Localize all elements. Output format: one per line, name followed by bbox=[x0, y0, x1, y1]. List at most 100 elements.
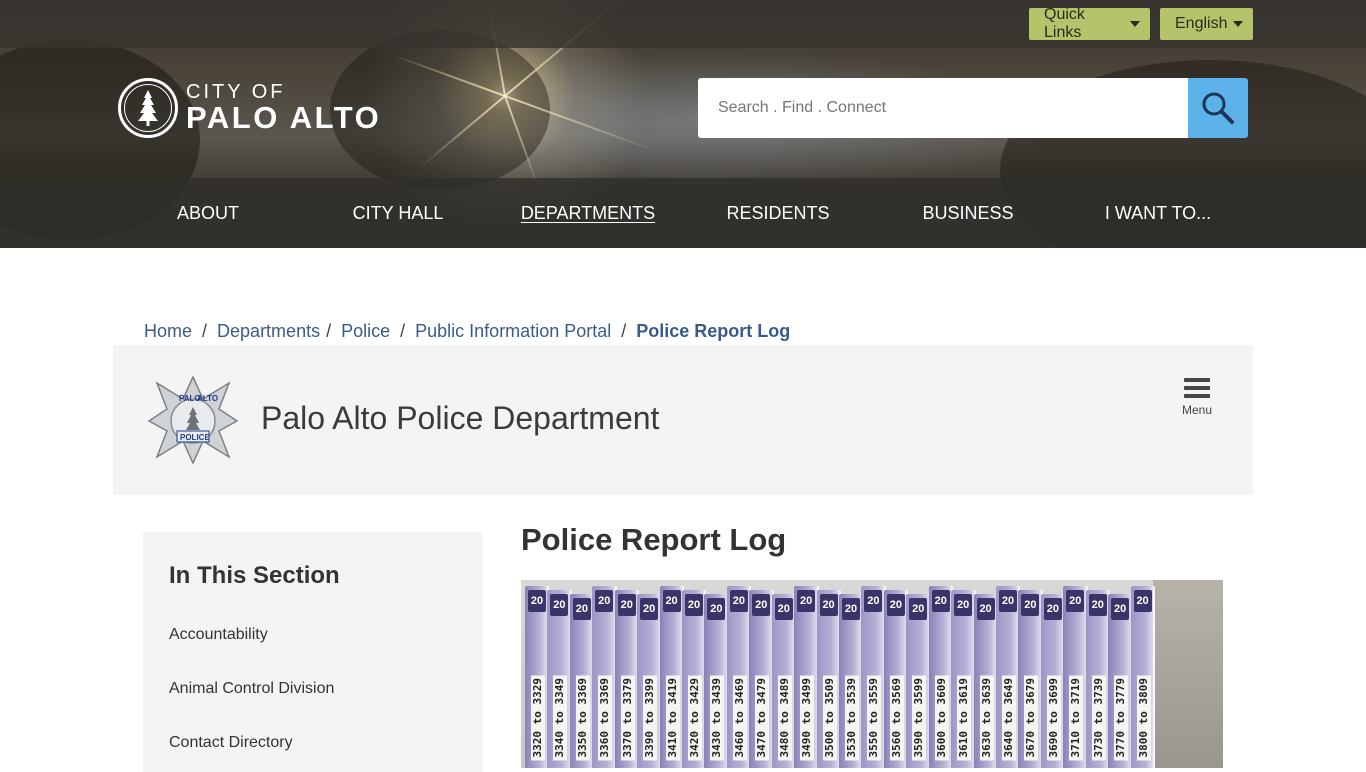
logo-line-2: PALO ALTO bbox=[186, 100, 382, 135]
folder-range-label: 3770 to 3779 bbox=[1114, 674, 1129, 760]
search-input[interactable] bbox=[698, 78, 1188, 138]
caret-down-icon bbox=[1233, 21, 1243, 27]
nav-label: I WANT TO... bbox=[1104, 202, 1212, 223]
main-nav: ABOUT CITY HALL DEPARTMENTS RESIDENTS BU… bbox=[0, 178, 1366, 248]
folder-range-label: 3710 to 3719 bbox=[1069, 674, 1084, 760]
folder-tab-label: 20 bbox=[774, 598, 793, 620]
folder-tab-label: 20 bbox=[886, 594, 905, 616]
file-folder: 20 3410 to 3419 bbox=[659, 586, 684, 768]
breadcrumb-separator: / bbox=[621, 320, 627, 341]
file-folder: 20 3490 to 3499 bbox=[794, 586, 819, 768]
file-folder: 20 3710 to 3719 bbox=[1063, 586, 1088, 768]
sidebar-item-accountability[interactable]: Accountability bbox=[169, 626, 268, 644]
file-folder: 20 3470 to 3479 bbox=[749, 590, 774, 768]
file-folder: 20 3560 to 3569 bbox=[883, 590, 909, 768]
nav-item-about[interactable]: ABOUT bbox=[113, 178, 303, 248]
folder-range-label: 3670 to 3679 bbox=[1024, 674, 1039, 760]
folder-range-label: 3370 to 3379 bbox=[620, 674, 635, 760]
breadcrumb-police[interactable]: Police bbox=[341, 321, 390, 342]
folder-range-label: 3630 to 3639 bbox=[979, 674, 994, 760]
file-folder: 20 3630 to 3639 bbox=[973, 594, 998, 768]
file-folder: 20 3590 to 3599 bbox=[906, 594, 931, 768]
language-select[interactable]: English bbox=[1160, 8, 1253, 40]
file-folder: 20 3550 to 3559 bbox=[861, 586, 886, 768]
folder-tab-label: 20 bbox=[864, 590, 883, 612]
file-folder: 20 3690 to 3699 bbox=[1040, 594, 1066, 768]
nav-label: CITY HALL bbox=[352, 202, 444, 223]
quick-links-button[interactable]: Quick Links bbox=[1029, 6, 1150, 41]
file-folder: 20 3530 to 3539 bbox=[839, 594, 864, 768]
file-folder: 20 3640 to 3649 bbox=[996, 586, 1021, 768]
folder-range-label: 3390 to 3399 bbox=[643, 674, 658, 760]
shelf bbox=[1153, 580, 1223, 768]
breadcrumb-public-information-portal[interactable]: Public Information Portal bbox=[415, 321, 611, 342]
folder-tab-label: 20 bbox=[999, 590, 1017, 612]
breadcrumb: Home / Departments / Police / Public Inf… bbox=[144, 320, 790, 342]
folder-tab-label: 20 bbox=[595, 590, 614, 612]
file-folder: 20 3370 to 3379 bbox=[614, 590, 640, 768]
folder-tab-label: 20 bbox=[797, 590, 816, 612]
search-icon bbox=[1202, 92, 1234, 124]
sidebar-item-animal-control[interactable]: Animal Control Division bbox=[169, 680, 334, 698]
folder-range-label: 3640 to 3649 bbox=[1002, 674, 1016, 760]
folder-range-label: 3530 to 3539 bbox=[845, 674, 859, 760]
nav-item-residents[interactable]: RESIDENTS bbox=[683, 178, 873, 248]
folder-range-label: 3320 to 3329 bbox=[531, 674, 545, 760]
nav-item-i-want-to[interactable]: I WANT TO... bbox=[1063, 178, 1253, 248]
search-button[interactable] bbox=[1188, 78, 1248, 138]
folder-tab-label: 20 bbox=[954, 594, 973, 616]
folder-range-label: 3480 to 3489 bbox=[777, 674, 792, 760]
folder-tab-label: 20 bbox=[976, 598, 995, 620]
department-title: Palo Alto Police Department bbox=[261, 400, 660, 436]
folder-tab-label: 20 bbox=[1088, 594, 1107, 616]
folder-range-label: 3560 to 3569 bbox=[889, 674, 904, 760]
breadcrumb-current: Police Report Log bbox=[636, 320, 791, 341]
folder-range-label: 3500 to 3509 bbox=[822, 674, 837, 760]
quick-links-label: Quick Links bbox=[1044, 6, 1085, 41]
folder-tab-label: 20 bbox=[752, 594, 771, 616]
city-logo[interactable]: CITY OF PALO ALTO bbox=[118, 78, 381, 138]
folder-range-label: 3350 to 3369 bbox=[575, 674, 590, 760]
breadcrumb-separator: / bbox=[202, 320, 208, 341]
folder-range-label: 3490 to 3499 bbox=[800, 674, 815, 760]
breadcrumb-departments[interactable]: Departments bbox=[217, 321, 320, 342]
sidebar-item-contact-directory[interactable]: Contact Directory bbox=[169, 734, 293, 752]
folder-range-label: 3690 to 3699 bbox=[1046, 674, 1061, 760]
folder-range-label: 3600 to 3609 bbox=[934, 674, 949, 760]
folder-tab-label: 20 bbox=[528, 590, 546, 612]
folder-range-label: 3470 to 3479 bbox=[755, 674, 770, 760]
folder-tab-label: 20 bbox=[685, 594, 703, 616]
nav-item-business[interactable]: BUSINESS bbox=[873, 178, 1063, 248]
folder-tab-label: 20 bbox=[729, 590, 748, 612]
file-folder: 20 3480 to 3489 bbox=[771, 594, 797, 768]
folder-range-label: 3610 to 3619 bbox=[957, 674, 972, 760]
nav-label: ABOUT bbox=[176, 202, 239, 223]
folder-range-label: 3590 to 3599 bbox=[912, 674, 927, 760]
nav-item-departments[interactable]: DEPARTMENTS bbox=[493, 178, 683, 248]
logo-line-1: CITY OF bbox=[186, 81, 286, 103]
folder-tab-label: 20 bbox=[1021, 594, 1040, 616]
breadcrumb-home[interactable]: Home bbox=[144, 321, 192, 342]
menu-button[interactable]: Menu bbox=[1178, 378, 1216, 422]
hamburger-icon bbox=[1184, 386, 1210, 390]
folder-tab-label: 20 bbox=[819, 594, 838, 616]
badge-text-right: ALTO bbox=[197, 394, 218, 403]
file-folder: 20 3390 to 3399 bbox=[637, 594, 662, 768]
file-folder: 20 3730 to 3739 bbox=[1085, 590, 1111, 768]
hamburger-icon bbox=[1184, 378, 1210, 382]
folder-tab-label: 20 bbox=[550, 594, 569, 616]
folder-tab-label: 20 bbox=[640, 598, 659, 620]
file-folder: 20 3320 to 3329 bbox=[525, 586, 550, 768]
file-folder: 20 3340 to 3349 bbox=[547, 590, 572, 768]
file-folder: 20 3360 to 3369 bbox=[592, 586, 617, 768]
folder-tab-label: 20 bbox=[1043, 598, 1062, 620]
nav-item-city-hall[interactable]: CITY HALL bbox=[303, 178, 493, 248]
folder-tab-label: 20 bbox=[617, 594, 636, 616]
folder-tab-label: 20 bbox=[842, 598, 860, 620]
folder-tab-label: 20 bbox=[909, 598, 928, 620]
nav-label: BUSINESS bbox=[922, 202, 1014, 223]
police-badge-icon[interactable]: PALO ALTO POLICE bbox=[147, 375, 239, 465]
folder-tab-label: 20 bbox=[1066, 590, 1085, 612]
language-label: English bbox=[1175, 15, 1228, 32]
folder-tab-label: 20 bbox=[1111, 598, 1130, 620]
